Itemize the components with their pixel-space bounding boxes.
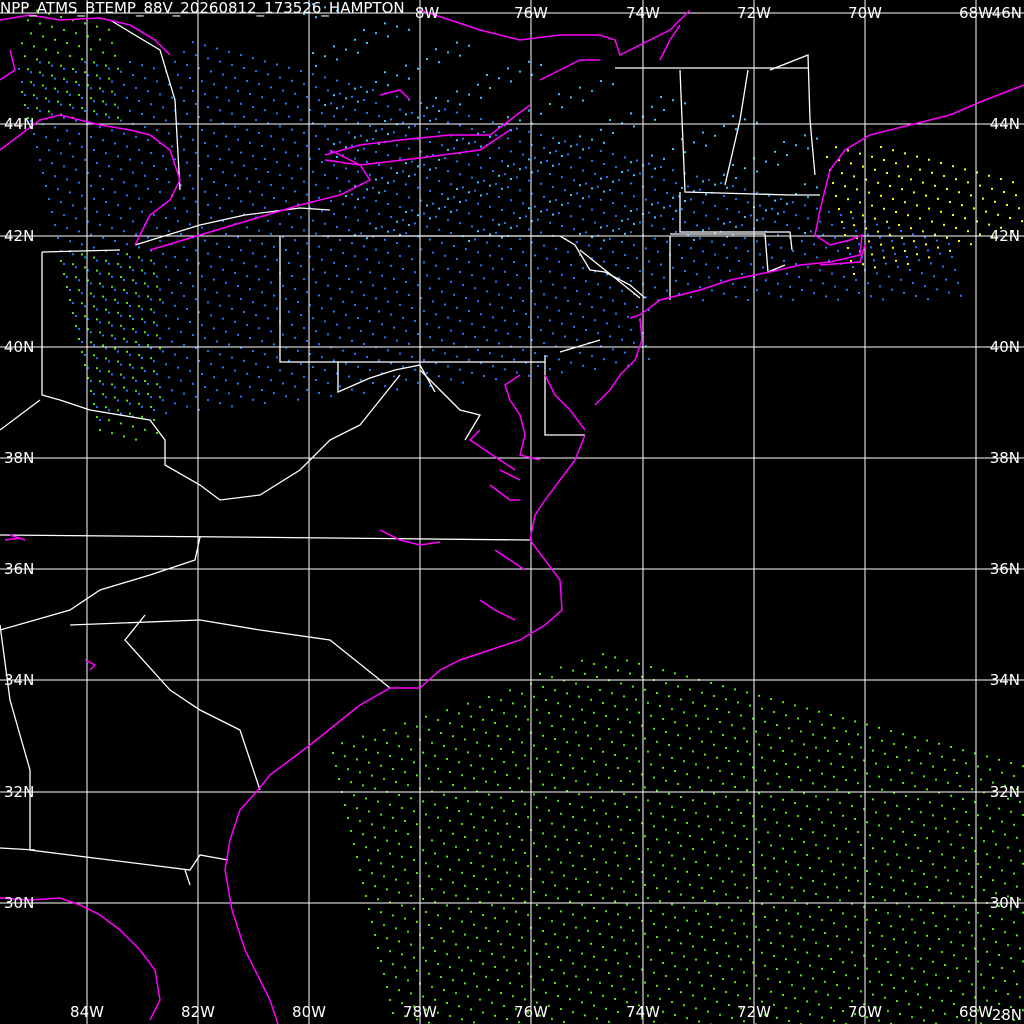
top-lon-label-70W: 70W: [848, 4, 882, 22]
lat-label-left-44N: 44N: [4, 115, 34, 133]
lat-label-left-34N: 34N: [4, 671, 34, 689]
bottom-lon-label-70W: 70W: [848, 1003, 882, 1021]
top-lon-label-76W: 76W: [514, 4, 548, 22]
lat-label-left-36N: 36N: [4, 560, 34, 578]
bottom-lon-label-78W: 78W: [403, 1003, 437, 1021]
lat-label-right-40N: 40N: [990, 338, 1020, 356]
bottom-lon-label-68W: 68W: [959, 1003, 993, 1021]
top-lon-label-8W: 8W: [415, 4, 440, 22]
lat-label-left-42N: 42N: [4, 227, 34, 245]
lat-label-left-30N: 30N: [4, 894, 34, 912]
bottom-lon-label-82W: 82W: [181, 1003, 215, 1021]
lat-label-right-36N: 36N: [990, 560, 1020, 578]
lat-label-right-42N: 42N: [990, 227, 1020, 245]
lat-label-left-40N: 40N: [4, 338, 34, 356]
bottom-lon-label-74W: 74W: [626, 1003, 660, 1021]
top-corner-lat-label: 46N: [992, 4, 1022, 22]
satellite-map: 44N 44N 42N 42N 40N 40N 38N 38N 36N 36N 34N 34N 32N 3…: [0, 0, 1024, 1024]
bottom-lon-label-72W: 72W: [737, 1003, 771, 1021]
image-title: NPP_ATMS_BTEMP_88V_20260812_173526_HAMPT…: [0, 0, 405, 17]
lat-label-right-30N: 30N: [990, 894, 1020, 912]
top-lon-label-72W: 72W: [737, 4, 771, 22]
lat-label-right-34N: 34N: [990, 671, 1020, 689]
bottom-lon-label-84W: 84W: [70, 1003, 104, 1021]
bottom-lon-label-76W: 76W: [514, 1003, 548, 1021]
lat-label-left-32N: 32N: [4, 783, 34, 801]
lat-label-right-44N: 44N: [990, 115, 1020, 133]
lat-label-right-32N: 32N: [990, 783, 1020, 801]
bottom-corner-lat-label: 28N: [992, 1006, 1022, 1024]
top-lon-label-68W: 68W: [959, 4, 993, 22]
bottom-lon-label-80W: 80W: [292, 1003, 326, 1021]
top-lon-label-74W: 74W: [626, 4, 660, 22]
lat-label-left-38N: 38N: [4, 449, 34, 467]
lat-label-right-38N: 38N: [990, 449, 1020, 467]
map-background: [0, 0, 1024, 1024]
